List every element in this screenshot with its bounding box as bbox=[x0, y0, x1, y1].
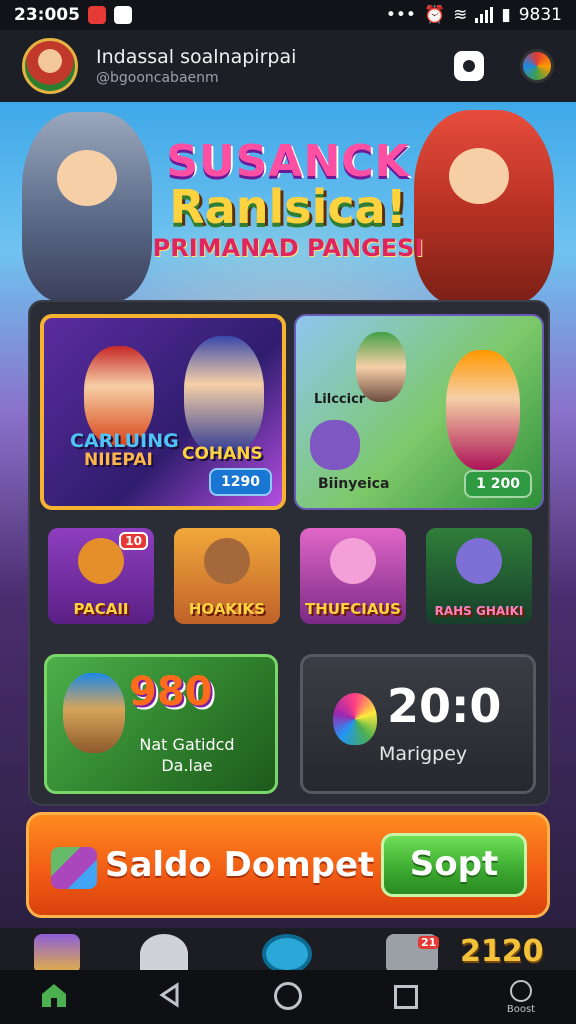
back-icon[interactable] bbox=[158, 982, 180, 1008]
status-time: 23:005 bbox=[14, 5, 80, 25]
wallet-gems-icon bbox=[51, 847, 97, 889]
game-hotbar: 21 2120 bbox=[0, 928, 576, 974]
stats-number: 20:0 bbox=[387, 679, 502, 733]
app-titles: Indassal soalnapirpai @bgooncabaenm bbox=[96, 46, 296, 86]
game-tile-label: RAHS GHAIKI bbox=[434, 604, 524, 618]
notification-icon bbox=[87, 6, 106, 24]
promo-text-line2: Da.lae bbox=[161, 755, 213, 775]
game-tile-label: THUFCIAUS bbox=[305, 600, 401, 618]
status-bar: 23:005 ••• ⏰ ≋ ▮ 9831 bbox=[0, 0, 576, 30]
rewards-orb-icon[interactable] bbox=[520, 49, 554, 83]
games-panel: CARLUING NIIEPAI COHANS 1290 Lilccicr Bi… bbox=[28, 300, 550, 806]
gem-icon bbox=[333, 693, 377, 745]
shark-icon[interactable] bbox=[140, 934, 188, 974]
game-tile-label: PACAII bbox=[73, 600, 129, 618]
wifi-icon: ≋ bbox=[453, 5, 468, 25]
hotbar-badge: 21 bbox=[418, 936, 440, 949]
system-nav-bar: Boost bbox=[0, 970, 576, 1024]
dots-icon: ••• bbox=[385, 5, 416, 25]
boost-button[interactable]: Boost bbox=[496, 980, 546, 1015]
featured-title-c: COHANS bbox=[182, 444, 263, 464]
avatar[interactable] bbox=[22, 38, 78, 94]
promo-card-green[interactable]: 980 Nat Gatidcd Da.lae bbox=[44, 654, 278, 794]
promo-text-line1: Nat Gatidcd bbox=[139, 735, 235, 754]
banner-title-line2: Ranlsica! bbox=[169, 180, 407, 234]
promo-text: Nat Gatidcd Da.lae bbox=[117, 735, 257, 777]
game-character bbox=[446, 350, 520, 470]
home-circle-icon[interactable] bbox=[274, 982, 302, 1010]
game-tile-label: HOAKIKS bbox=[188, 600, 266, 618]
battery-icon: ▮ bbox=[501, 5, 511, 25]
hotbar-number: 2120 bbox=[460, 934, 544, 969]
home-icon[interactable] bbox=[40, 982, 68, 1008]
game-character bbox=[310, 420, 360, 470]
recents-square-icon[interactable] bbox=[394, 985, 418, 1009]
pet-icon bbox=[330, 538, 376, 584]
app-actions bbox=[454, 49, 554, 83]
game-tiles-row: 10 PACAII HOAKIKS THUFCIAUS RAHS GHAIKI bbox=[48, 528, 532, 624]
shop-bag-icon[interactable] bbox=[454, 51, 484, 81]
game-tile[interactable]: HOAKIKS bbox=[174, 528, 280, 624]
app-title: Indassal soalnapirpai bbox=[96, 46, 297, 68]
gallery-icon bbox=[113, 6, 132, 24]
featured-title-a: Lilccicr bbox=[314, 392, 366, 407]
game-tile[interactable]: 10 PACAII bbox=[48, 528, 154, 624]
pet-icon bbox=[78, 538, 124, 584]
status-indicators: ••• ⏰ ≋ ▮ 9831 bbox=[386, 5, 562, 25]
game-tile[interactable]: RAHS GHAIKI bbox=[426, 528, 532, 624]
alarm-icon: ⏰ bbox=[423, 5, 446, 25]
banner-subtitle: PRIMANAD PANGESI bbox=[152, 234, 424, 262]
game-tile[interactable]: THUFCIAUS bbox=[300, 528, 406, 624]
cards-icon[interactable] bbox=[34, 934, 80, 974]
wallet-action-button[interactable]: Sopt bbox=[381, 833, 527, 897]
app-bar: Indassal soalnapirpai @bgooncabaenm bbox=[0, 30, 576, 102]
promo-number: 980 bbox=[129, 669, 213, 715]
featured-title-b: Biinyeica bbox=[318, 476, 390, 492]
wallet-label: Saldo Dompet bbox=[105, 845, 375, 885]
hero-area: SUSANCK Ranlsica! PRIMANAD PANGESI CARLU… bbox=[0, 102, 576, 930]
price-badge: 1290 bbox=[209, 468, 272, 496]
wallet-bar: Saldo Dompet Sopt bbox=[26, 812, 550, 918]
boost-label: Boost bbox=[506, 1004, 536, 1015]
featured-title-b: NIIEPAI bbox=[84, 450, 153, 470]
count-badge: 10 bbox=[119, 532, 148, 550]
status-right-text: 9831 bbox=[518, 5, 562, 25]
app-subtitle: @bgooncabaenm bbox=[96, 70, 219, 86]
promo-character bbox=[63, 673, 125, 753]
stats-card-dark[interactable]: 20:0 Marigpey bbox=[300, 654, 536, 794]
featured-title-a: CARLUING bbox=[70, 430, 179, 452]
stats-label: Marigpey bbox=[379, 743, 468, 765]
pet-icon bbox=[456, 538, 502, 584]
price-badge: 1 200 bbox=[464, 470, 532, 498]
featured-game-card-2[interactable]: Lilccicr Biinyeica 1 200 bbox=[294, 314, 544, 510]
portal-icon[interactable] bbox=[262, 934, 312, 974]
boost-icon bbox=[510, 980, 532, 1002]
featured-game-card-1[interactable]: CARLUING NIIEPAI COHANS 1290 bbox=[40, 314, 286, 510]
signal-icon bbox=[475, 7, 494, 23]
pet-icon bbox=[204, 538, 250, 584]
game-character bbox=[184, 336, 264, 456]
